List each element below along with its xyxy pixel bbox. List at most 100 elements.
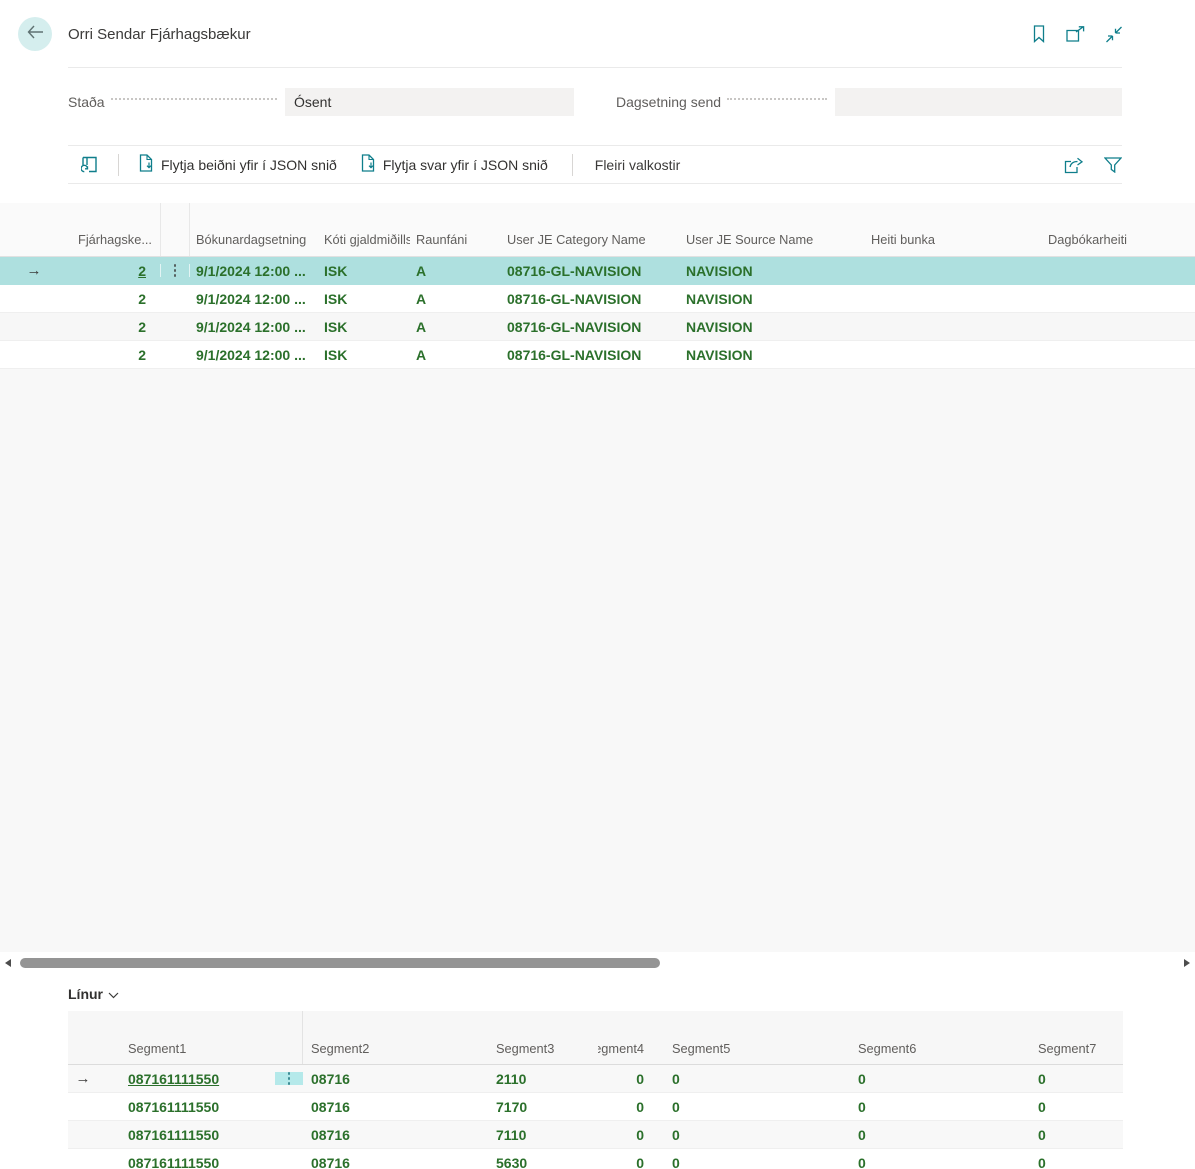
journal-number-link[interactable]: 2 [138, 319, 146, 335]
journal-number-link[interactable]: 2 [138, 263, 146, 279]
je-source-cell[interactable]: NAVISION [686, 319, 753, 335]
table-row[interactable]: 2 9/1/2024 12:00 ... ISK A 08716-GL-NAVI… [0, 341, 1195, 369]
export-request-json-button[interactable]: Flytja beiðni yfir í JSON snið [139, 154, 337, 175]
date-sent-field[interactable] [835, 88, 1122, 116]
currency-code-cell[interactable]: ISK [324, 319, 347, 335]
dotted-leader [727, 98, 827, 100]
column-header[interactable]: Segment5 [648, 1011, 858, 1064]
segment2-cell[interactable]: 08716 [311, 1099, 350, 1115]
column-header[interactable]: Heiti bunka [865, 203, 1042, 256]
switch-view-icon[interactable] [68, 156, 98, 173]
status-field[interactable]: Ósent [285, 88, 574, 116]
table-row[interactable]: 2 9/1/2024 12:00 ... ISK A 08716-GL-NAVI… [0, 313, 1195, 341]
collapse-icon[interactable] [1105, 26, 1123, 43]
segment4-cell[interactable]: 0 [636, 1155, 644, 1169]
horizontal-scrollbar[interactable] [0, 952, 1195, 974]
share-icon[interactable] [1064, 156, 1084, 174]
column-header[interactable]: Segment3 [488, 1011, 598, 1064]
segment5-cell[interactable]: 0 [672, 1071, 680, 1087]
status-label: Staða [68, 94, 105, 110]
segment6-cell[interactable]: 0 [858, 1127, 866, 1143]
je-category-cell[interactable]: 08716-GL-NAVISION [507, 347, 641, 363]
currency-code-cell[interactable]: ISK [324, 347, 347, 363]
segment7-cell[interactable]: 0 [1038, 1155, 1046, 1169]
column-header[interactable]: User JE Category Name [501, 203, 680, 256]
je-source-cell[interactable]: NAVISION [686, 263, 753, 279]
segment7-cell[interactable]: 0 [1038, 1099, 1046, 1115]
row-menu-icon[interactable] [275, 1072, 303, 1085]
segment5-cell[interactable]: 0 [672, 1099, 680, 1115]
je-category-cell[interactable]: 08716-GL-NAVISION [507, 291, 641, 307]
column-header[interactable]: Dagbókarheiti [1042, 203, 1195, 256]
column-header[interactable]: Segment7 [1038, 1011, 1123, 1064]
segment4-cell[interactable]: 0 [636, 1071, 644, 1087]
row-menu-icon[interactable] [160, 264, 190, 277]
actual-flag-cell[interactable]: A [416, 347, 426, 363]
posting-date-cell[interactable]: 9/1/2024 12:00 ... [196, 263, 306, 279]
top-bar: Orri Sendar Fjárhagsbækur [0, 0, 1195, 68]
segment2-cell[interactable]: 08716 [311, 1127, 350, 1143]
more-options-button[interactable]: Fleiri valkostir [595, 157, 681, 173]
je-source-cell[interactable]: NAVISION [686, 347, 753, 363]
table-row[interactable]: → 2 9/1/2024 12:00 ... ISK A 08716-GL-NA… [0, 257, 1195, 285]
journal-number-link[interactable]: 2 [138, 347, 146, 363]
segment2-cell[interactable]: 08716 [311, 1071, 350, 1087]
back-button[interactable] [18, 17, 52, 51]
scrollbar-thumb[interactable] [20, 958, 660, 968]
column-header[interactable]: User JE Source Name [680, 203, 865, 256]
column-header[interactable]: Raunfáni [410, 203, 501, 256]
segment1-link[interactable]: 087161111550 [128, 1155, 219, 1169]
export-doc-icon [139, 154, 153, 175]
segment3-cell[interactable]: 5630 [496, 1155, 527, 1169]
segment3-cell[interactable]: 7170 [496, 1099, 527, 1115]
column-header[interactable]: Segment2 [303, 1011, 488, 1064]
segment4-cell[interactable]: 0 [636, 1099, 644, 1115]
column-header[interactable]: Segment1 [98, 1011, 275, 1064]
scroll-right-arrow[interactable] [1184, 959, 1190, 967]
segment7-cell[interactable]: 0 [1038, 1071, 1046, 1087]
actual-flag-cell[interactable]: A [416, 263, 426, 279]
segment7-cell[interactable]: 0 [1038, 1127, 1046, 1143]
segment3-cell[interactable]: 2110 [496, 1071, 526, 1087]
currency-code-cell[interactable]: ISK [324, 291, 347, 307]
column-header[interactable]: Segment6 [858, 1011, 1038, 1064]
line-row[interactable]: 087161111550 08716 7110 0 0 0 0 [68, 1121, 1123, 1149]
segment1-link[interactable]: 087161111550 [128, 1127, 219, 1143]
je-source-cell[interactable]: NAVISION [686, 291, 753, 307]
posting-date-cell[interactable]: 9/1/2024 12:00 ... [196, 319, 306, 335]
segment1-link[interactable]: 087161111550 [128, 1099, 219, 1115]
journal-number-link[interactable]: 2 [138, 291, 146, 307]
line-row[interactable]: 087161111550 08716 5630 0 0 0 0 [68, 1149, 1123, 1169]
je-category-cell[interactable]: 08716-GL-NAVISION [507, 319, 641, 335]
header-fields: Staða Ósent Dagsetning send [68, 88, 1122, 116]
filter-icon[interactable] [1104, 157, 1122, 173]
column-header[interactable]: Fjárhagske... [68, 203, 160, 256]
actual-flag-cell[interactable]: A [416, 291, 426, 307]
segment1-link[interactable]: 087161111550 [128, 1071, 219, 1087]
actual-flag-cell[interactable]: A [416, 319, 426, 335]
line-row[interactable]: 087161111550 08716 7170 0 0 0 0 [68, 1093, 1123, 1121]
table-row[interactable]: 2 9/1/2024 12:00 ... ISK A 08716-GL-NAVI… [0, 285, 1195, 313]
column-header[interactable]: Kóti gjaldmiðills [318, 203, 410, 256]
segment6-cell[interactable]: 0 [858, 1071, 866, 1087]
posting-date-cell[interactable]: 9/1/2024 12:00 ... [196, 291, 306, 307]
posting-date-cell[interactable]: 9/1/2024 12:00 ... [196, 347, 306, 363]
segment6-cell[interactable]: 0 [858, 1155, 866, 1169]
column-header[interactable]: Bókunardagsetning [190, 203, 318, 256]
je-category-cell[interactable]: 08716-GL-NAVISION [507, 263, 641, 279]
segment4-cell[interactable]: 0 [636, 1127, 644, 1143]
lines-section-toggle[interactable]: Línur [68, 986, 119, 1002]
segment3-cell[interactable]: 7110 [496, 1127, 526, 1143]
scroll-left-arrow[interactable] [5, 959, 11, 967]
date-sent-field-group: Dagsetning send [616, 88, 1122, 116]
export-response-json-button[interactable]: Flytja svar yfir í JSON snið [361, 154, 548, 175]
open-in-new-window-icon[interactable] [1066, 26, 1085, 42]
segment2-cell[interactable]: 08716 [311, 1155, 350, 1169]
currency-code-cell[interactable]: ISK [324, 263, 347, 279]
line-row[interactable]: → 087161111550 08716 2110 0 0 0 0 [68, 1065, 1123, 1093]
segment6-cell[interactable]: 0 [858, 1099, 866, 1115]
segment5-cell[interactable]: 0 [672, 1127, 680, 1143]
bookmark-icon[interactable] [1032, 25, 1046, 43]
segment5-cell[interactable]: 0 [672, 1155, 680, 1169]
column-header[interactable]: Segment4 [598, 1011, 648, 1064]
